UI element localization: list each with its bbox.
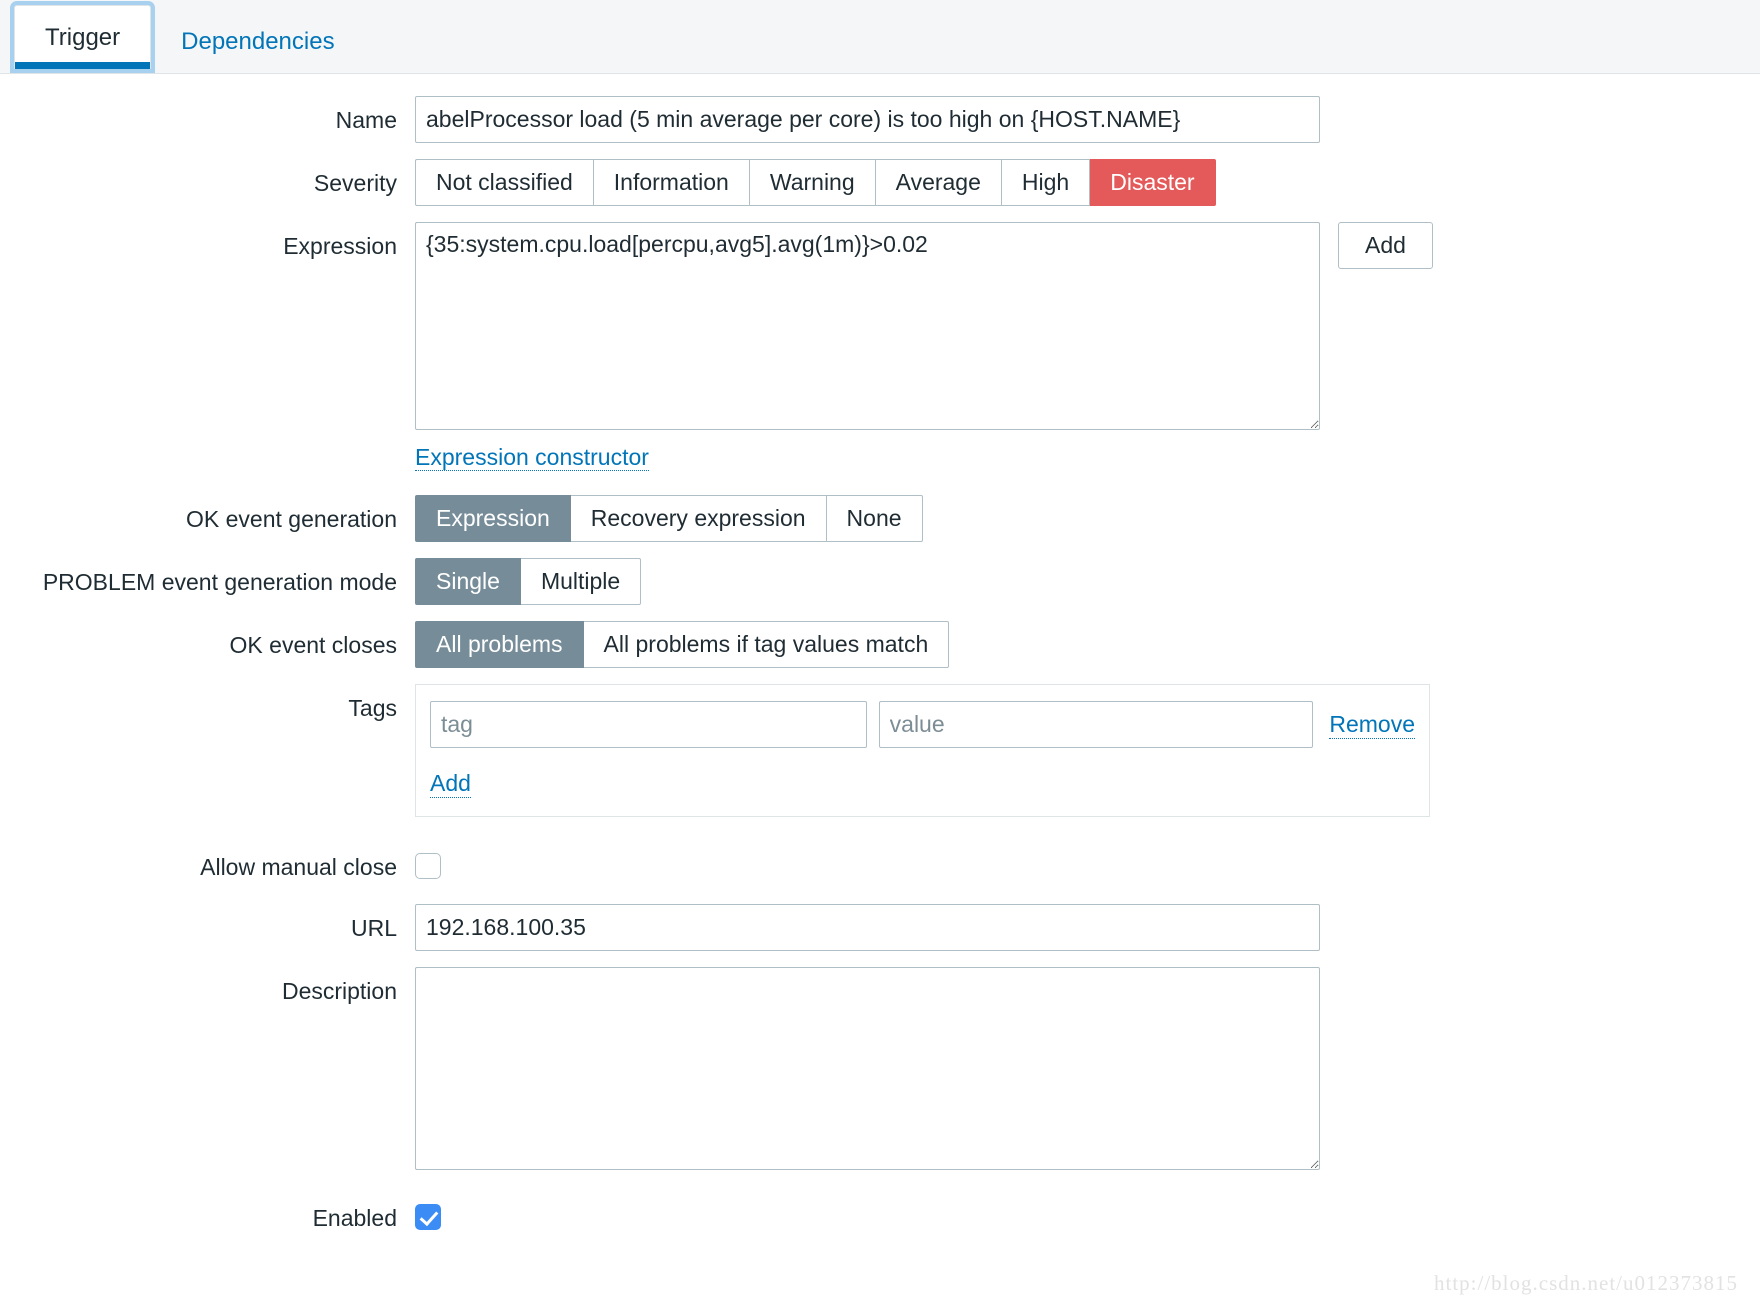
tag-add-link[interactable]: Add — [430, 770, 471, 798]
url-field-wrap — [415, 903, 1320, 951]
expression-field-wrap: Add Expression constructor — [415, 222, 1433, 479]
ok-event-closes-option-all-problems-tags[interactable]: All problems if tag values match — [583, 621, 950, 669]
expression-constructor-link[interactable]: Expression constructor — [415, 444, 649, 472]
tag-row: Remove — [430, 701, 1415, 749]
problem-event-generation-mode-label: PROBLEM event generation mode — [42, 569, 397, 596]
description-field-wrap — [415, 966, 1320, 1170]
description-textarea[interactable] — [415, 966, 1320, 1170]
tag-remove-link[interactable]: Remove — [1329, 711, 1415, 739]
tab-trigger[interactable]: Trigger — [14, 5, 152, 69]
problem-event-generation-mode-segmented-control: Single Multiple — [415, 558, 642, 606]
enabled-checkbox[interactable] — [415, 1203, 441, 1230]
trigger-form: Name Severity Not classified Information… — [0, 74, 1760, 1232]
row-expression: Expression Add Expression constructor — [0, 222, 1760, 479]
tags-field-wrap: Remove Add — [415, 684, 1430, 817]
severity-option-not-classified[interactable]: Not classified — [415, 159, 594, 206]
ok-event-closes-field-wrap: All problems All problems if tag values … — [415, 621, 950, 669]
row-url: URL — [0, 903, 1760, 951]
problem-event-generation-mode-option-multiple[interactable]: Multiple — [520, 558, 642, 606]
ok-event-generation-option-recovery-expression[interactable]: Recovery expression — [570, 495, 827, 543]
watermark: http://blog.csdn.net/u012373815 — [1434, 1271, 1738, 1295]
ok-event-closes-label: OK event closes — [229, 632, 397, 659]
row-problem-event-generation-mode: PROBLEM event generation mode Single Mul… — [0, 558, 1760, 606]
ok-event-generation-option-expression[interactable]: Expression — [415, 495, 571, 543]
row-name: Name — [0, 96, 1760, 143]
expression-constructor-wrap: Expression constructor — [415, 444, 1433, 472]
severity-field-wrap: Not classified Information Warning Avera… — [415, 159, 1216, 206]
ok-event-generation-option-none[interactable]: None — [826, 495, 923, 543]
allow-manual-close-checkbox[interactable] — [415, 852, 441, 879]
ok-event-closes-option-all-problems[interactable]: All problems — [415, 621, 584, 669]
severity-option-disaster[interactable]: Disaster — [1090, 159, 1216, 206]
url-input[interactable] — [415, 903, 1320, 951]
enabled-field-wrap — [415, 1194, 441, 1230]
problem-event-generation-mode-field-wrap: Single Multiple — [415, 558, 642, 606]
severity-segmented-control: Not classified Information Warning Avera… — [415, 159, 1216, 206]
tag-value-input[interactable] — [878, 701, 1314, 749]
severity-option-warning[interactable]: Warning — [749, 159, 876, 206]
tab-trigger-label: Trigger — [45, 23, 121, 51]
ok-event-closes-segmented-control: All problems All problems if tag values … — [415, 621, 950, 669]
expression-add-button[interactable]: Add — [1338, 222, 1433, 269]
severity-option-high[interactable]: High — [1001, 159, 1091, 206]
severity-label: Severity — [313, 170, 397, 196]
tab-dependencies[interactable]: Dependencies — [151, 11, 364, 73]
row-tags: Tags Remove Add — [0, 684, 1760, 817]
tab-dependencies-label: Dependencies — [181, 28, 335, 55]
problem-event-generation-mode-option-single[interactable]: Single — [415, 558, 521, 606]
ok-event-generation-label: OK event generation — [186, 506, 397, 533]
tag-name-input[interactable] — [430, 701, 867, 749]
name-field-wrap — [415, 96, 1320, 143]
enabled-label: Enabled — [312, 1204, 397, 1231]
allow-manual-close-label: Allow manual close — [200, 853, 397, 880]
tab-bar: Trigger Dependencies — [0, 0, 1760, 74]
name-input[interactable] — [415, 96, 1320, 143]
expression-textarea[interactable] — [415, 222, 1320, 430]
tags-container: Remove Add — [415, 684, 1430, 817]
row-ok-event-generation: OK event generation Expression Recovery … — [0, 495, 1760, 543]
ok-event-generation-segmented-control: Expression Recovery expression None — [415, 495, 923, 543]
url-label: URL — [350, 914, 397, 941]
row-severity: Severity Not classified Information Warn… — [0, 159, 1760, 206]
severity-option-average[interactable]: Average — [875, 159, 1002, 206]
tags-label: Tags — [348, 695, 397, 722]
expression-label: Expression — [283, 233, 397, 259]
row-allow-manual-close: Allow manual close — [0, 843, 1760, 882]
row-enabled: Enabled — [0, 1194, 1760, 1233]
ok-event-generation-field-wrap: Expression Recovery expression None — [415, 495, 923, 543]
row-ok-event-closes: OK event closes All problems All problem… — [0, 621, 1760, 669]
description-label: Description — [281, 977, 397, 1004]
row-description: Description — [0, 966, 1760, 1170]
allow-manual-close-field-wrap — [415, 843, 441, 879]
name-label: Name — [335, 107, 397, 133]
severity-option-information[interactable]: Information — [593, 159, 750, 206]
